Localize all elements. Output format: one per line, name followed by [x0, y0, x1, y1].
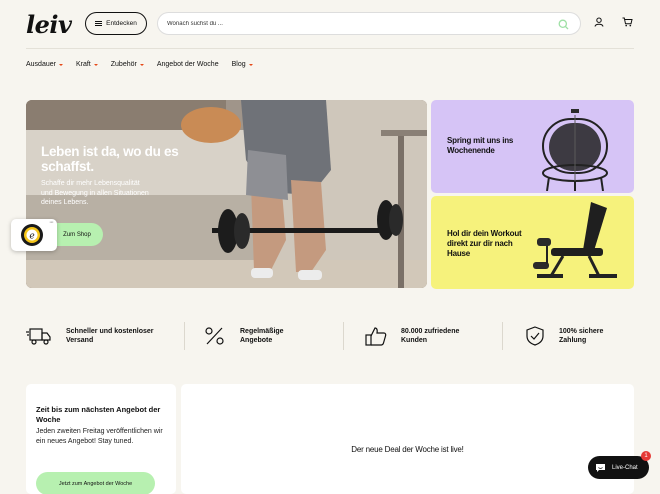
more-options-icon[interactable]: ···: [49, 219, 54, 226]
deal-live-panel: Der neue Deal der Woche ist live!: [181, 384, 634, 494]
nav-item-angebot[interactable]: Angebot der Woche: [157, 61, 219, 68]
main-nav: Ausdauer Kraft Zubehör Angebot der Woche…: [26, 61, 253, 68]
thumbs-up-icon: [365, 327, 387, 346]
workout-bench-image: [533, 202, 617, 278]
shield-check-icon: [526, 326, 544, 346]
divider: [184, 322, 185, 350]
deal-countdown-card: Zeit bis zum nächsten Angebot der Woche …: [26, 384, 176, 494]
nav-item-kraft[interactable]: Kraft: [76, 61, 98, 68]
hero-text: Schaffe dir mehr Lebensqualität und Bewe…: [41, 180, 149, 206]
usp-item: Regelmäßige Angebote: [204, 322, 300, 350]
notification-badge: 1: [641, 451, 651, 461]
account-icon[interactable]: [594, 17, 604, 27]
usp-bar: Schneller und kostenloser Versand Regelm…: [26, 322, 634, 350]
usp-item: 100% sichere Zahlung: [525, 322, 614, 350]
truck-icon: [26, 328, 51, 345]
header-divider: [26, 48, 634, 49]
search-bar[interactable]: [157, 12, 581, 35]
discover-button[interactable]: Entdecken: [85, 12, 147, 35]
promo-label: Hol dir dein Workout direkt zur dir nach…: [447, 229, 522, 258]
promo-label: Spring mit uns ins Wochenende: [447, 136, 514, 155]
usp-item: Schneller und kostenloser Versand: [26, 322, 161, 350]
cart-icon[interactable]: [622, 17, 633, 27]
divider: [502, 322, 503, 350]
usp-item: 80.000 zufriedene Kunden: [365, 322, 471, 350]
usp-label: 80.000 zufriedene Kunden: [401, 328, 460, 344]
deal-text: Jeden zweiten Freitag veröffentlichen wi…: [36, 428, 163, 445]
menu-icon: [95, 21, 103, 26]
trusted-shops-seal-icon: e: [21, 224, 43, 246]
divider: [343, 322, 344, 350]
usp-label: Schneller und kostenloser Versand: [66, 328, 154, 344]
hero-title: Leben ist da, wo du es schaffst.: [41, 144, 179, 174]
nav-item-blog[interactable]: Blog: [232, 61, 253, 68]
trampoline-image: [542, 109, 608, 191]
usp-label: Regelmäßige Angebote: [240, 328, 284, 344]
chevron-down-icon: [93, 64, 98, 66]
search-input[interactable]: [167, 20, 547, 27]
percent-icon: [205, 327, 224, 345]
nav-item-zubehoer[interactable]: Zubehör: [111, 61, 144, 68]
chevron-down-icon: [58, 64, 63, 66]
trust-badge[interactable]: e ···: [11, 219, 57, 251]
deal-live-text: Der neue Deal der Woche ist live!: [351, 445, 464, 454]
discover-label: Entdecken: [106, 20, 137, 27]
nav-label: Angebot der Woche: [156, 61, 219, 68]
usp-label: 100% sichere Zahlung: [559, 328, 604, 344]
nav-label: Blog: [231, 61, 246, 68]
nav-label: Ausdauer: [26, 61, 56, 68]
search-icon[interactable]: [558, 19, 569, 30]
nav-item-ausdauer[interactable]: Ausdauer: [26, 61, 63, 68]
live-chat-label: Live-Chat: [612, 464, 638, 471]
svg-text:e: e: [29, 232, 34, 242]
logo[interactable]: leiv: [26, 10, 72, 39]
deal-button[interactable]: Jetzt zum Angebot der Woche: [36, 472, 155, 494]
promo-card-workout-bench[interactable]: Hol dir dein Workout direkt zur dir nach…: [431, 196, 634, 289]
deal-title: Zeit bis zum nächsten Angebot der Woche: [36, 405, 161, 424]
chevron-down-icon: [248, 64, 253, 66]
nav-label: Zubehör: [110, 61, 137, 68]
chat-icon: [596, 463, 605, 472]
hero-banner[interactable]: Leben ist da, wo du es schaffst. Schaffe…: [26, 100, 427, 288]
live-chat-button[interactable]: Live-Chat: [588, 456, 649, 479]
chevron-down-icon: [139, 64, 144, 66]
nav-label: Kraft: [75, 61, 91, 68]
promo-card-trampoline[interactable]: Spring mit uns ins Wochenende: [431, 100, 634, 193]
